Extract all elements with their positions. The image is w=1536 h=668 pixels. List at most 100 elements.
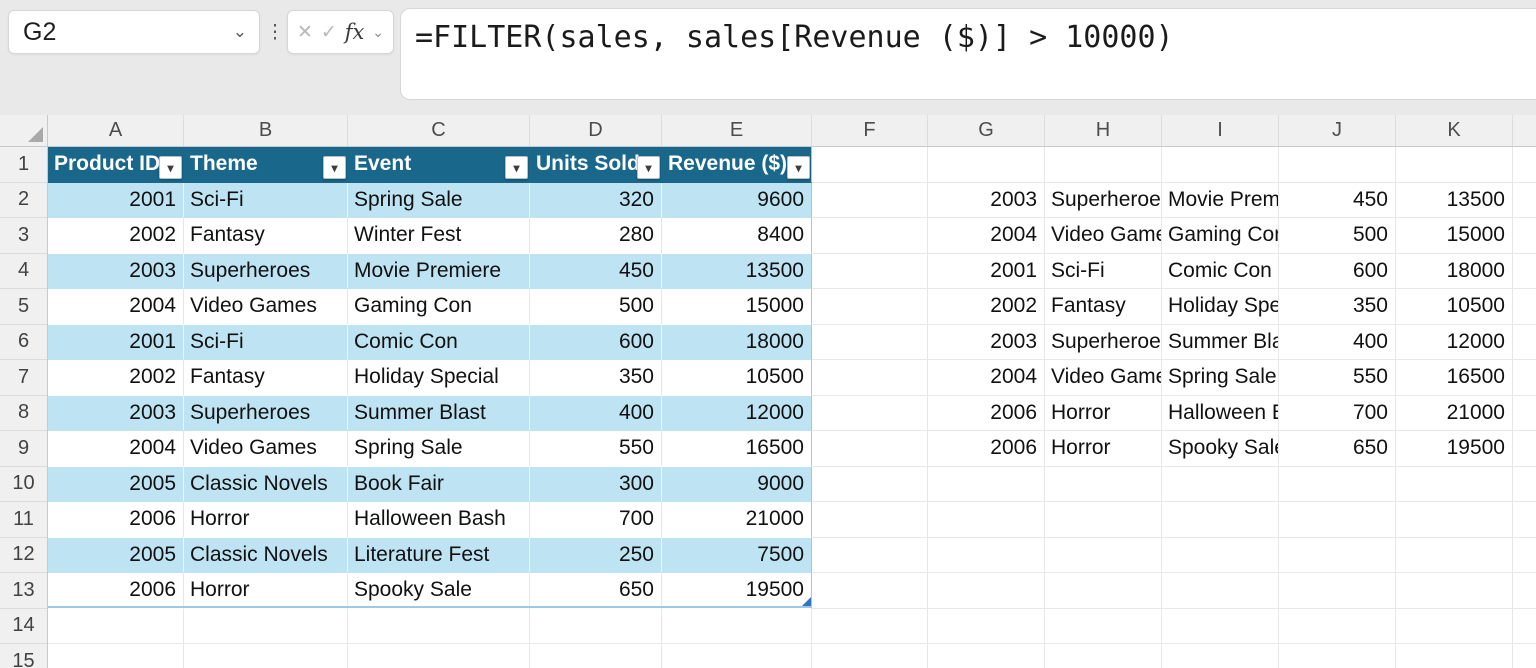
row-header-10[interactable]: 10: [0, 467, 47, 503]
cell-C6[interactable]: Comic Con: [348, 325, 530, 361]
cell-G8[interactable]: 2006: [928, 396, 1045, 432]
cell-H13[interactable]: [1045, 573, 1162, 609]
cell-A1[interactable]: Product ID▾: [48, 147, 184, 183]
cell-J3[interactable]: 500: [1279, 218, 1396, 254]
cell-A8[interactable]: 2003: [48, 396, 184, 432]
cell-J12[interactable]: [1279, 538, 1396, 574]
cell-G15[interactable]: [928, 644, 1045, 668]
cell-F4[interactable]: [812, 254, 928, 290]
column-header-K[interactable]: K: [1396, 115, 1513, 146]
cell-K5[interactable]: 10500: [1396, 289, 1513, 325]
cell-K13[interactable]: [1396, 573, 1513, 609]
row-header-4[interactable]: 4: [0, 254, 47, 290]
row-header-14[interactable]: 14: [0, 609, 47, 645]
cell-F10[interactable]: [812, 467, 928, 503]
cell-E12[interactable]: 7500: [662, 538, 812, 574]
cell-E1[interactable]: Revenue ($)▾: [662, 147, 812, 183]
cell-A11[interactable]: 2006: [48, 502, 184, 538]
filter-button-event[interactable]: ▾: [505, 156, 528, 179]
cell-A3[interactable]: 2002: [48, 218, 184, 254]
cell-I14[interactable]: [1162, 609, 1279, 645]
cell-A4[interactable]: 2003: [48, 254, 184, 290]
cell-E10[interactable]: 9000: [662, 467, 812, 503]
cell-A2[interactable]: 2001: [48, 183, 184, 219]
cell-B14[interactable]: [184, 609, 348, 645]
toolbar-more-icon[interactable]: ⋮: [265, 10, 285, 54]
cell-D2[interactable]: 320: [530, 183, 662, 219]
cell-F7[interactable]: [812, 360, 928, 396]
cell-K4[interactable]: 18000: [1396, 254, 1513, 290]
cancel-icon[interactable]: ✕: [297, 21, 313, 44]
chevron-down-icon[interactable]: ⌄: [233, 22, 247, 42]
cell-A13[interactable]: 2006: [48, 573, 184, 609]
cell-F6[interactable]: [812, 325, 928, 361]
cell-H15[interactable]: [1045, 644, 1162, 668]
column-header-E[interactable]: E: [662, 115, 812, 146]
cell-H12[interactable]: [1045, 538, 1162, 574]
cell-F15[interactable]: [812, 644, 928, 668]
cell-B12[interactable]: Classic Novels: [184, 538, 348, 574]
cell-A14[interactable]: [48, 609, 184, 645]
cell-C10[interactable]: Book Fair: [348, 467, 530, 503]
cell-E2[interactable]: 9600: [662, 183, 812, 219]
cell-C2[interactable]: Spring Sale: [348, 183, 530, 219]
cell-J6[interactable]: 400: [1279, 325, 1396, 361]
cell-L11[interactable]: [1513, 502, 1536, 538]
cell-L6[interactable]: [1513, 325, 1536, 361]
cell-E14[interactable]: [662, 609, 812, 645]
cell-F8[interactable]: [812, 396, 928, 432]
cell-L10[interactable]: [1513, 467, 1536, 503]
cell-H11[interactable]: [1045, 502, 1162, 538]
cell-L15[interactable]: [1513, 644, 1536, 668]
row-header-2[interactable]: 2: [0, 183, 47, 219]
cell-B8[interactable]: Superheroes: [184, 396, 348, 432]
cell-C4[interactable]: Movie Premiere: [348, 254, 530, 290]
cell-H3[interactable]: Video Games: [1045, 218, 1162, 254]
cell-F2[interactable]: [812, 183, 928, 219]
filter-button-revenue[interactable]: ▾: [787, 156, 810, 179]
cell-C9[interactable]: Spring Sale: [348, 431, 530, 467]
cell-C12[interactable]: Literature Fest: [348, 538, 530, 574]
cell-I12[interactable]: [1162, 538, 1279, 574]
cell-C15[interactable]: [348, 644, 530, 668]
cell-I4[interactable]: Comic Con: [1162, 254, 1279, 290]
row-header-3[interactable]: 3: [0, 218, 47, 254]
cell-E4[interactable]: 13500: [662, 254, 812, 290]
cell-H5[interactable]: Fantasy: [1045, 289, 1162, 325]
row-header-7[interactable]: 7: [0, 360, 47, 396]
cell-A10[interactable]: 2005: [48, 467, 184, 503]
cell-D10[interactable]: 300: [530, 467, 662, 503]
cell-G5[interactable]: 2002: [928, 289, 1045, 325]
cell-A12[interactable]: 2005: [48, 538, 184, 574]
cell-G3[interactable]: 2004: [928, 218, 1045, 254]
cell-J7[interactable]: 550: [1279, 360, 1396, 396]
row-header-8[interactable]: 8: [0, 396, 47, 432]
cell-G11[interactable]: [928, 502, 1045, 538]
cell-J15[interactable]: [1279, 644, 1396, 668]
cell-J11[interactable]: [1279, 502, 1396, 538]
cell-J14[interactable]: [1279, 609, 1396, 645]
cell-B1[interactable]: Theme▾: [184, 147, 348, 183]
cell-L3[interactable]: [1513, 218, 1536, 254]
cell-L12[interactable]: [1513, 538, 1536, 574]
cell-E11[interactable]: 21000: [662, 502, 812, 538]
cell-L2[interactable]: [1513, 183, 1536, 219]
cell-H7[interactable]: Video Games: [1045, 360, 1162, 396]
cell-B11[interactable]: Horror: [184, 502, 348, 538]
cell-K14[interactable]: [1396, 609, 1513, 645]
cell-K2[interactable]: 13500: [1396, 183, 1513, 219]
cell-I11[interactable]: [1162, 502, 1279, 538]
row-header-1[interactable]: 1: [0, 147, 47, 183]
cell-I7[interactable]: Spring Sale: [1162, 360, 1279, 396]
cell-E6[interactable]: 18000: [662, 325, 812, 361]
cell-H14[interactable]: [1045, 609, 1162, 645]
cell-F5[interactable]: [812, 289, 928, 325]
cell-L7[interactable]: [1513, 360, 1536, 396]
row-header-15[interactable]: 15: [0, 644, 47, 668]
cell-C8[interactable]: Summer Blast: [348, 396, 530, 432]
column-header-C[interactable]: C: [348, 115, 530, 146]
cell-H9[interactable]: Horror: [1045, 431, 1162, 467]
cell-I9[interactable]: Spooky Sale: [1162, 431, 1279, 467]
cell-E9[interactable]: 16500: [662, 431, 812, 467]
cell-I6[interactable]: Summer Blast: [1162, 325, 1279, 361]
